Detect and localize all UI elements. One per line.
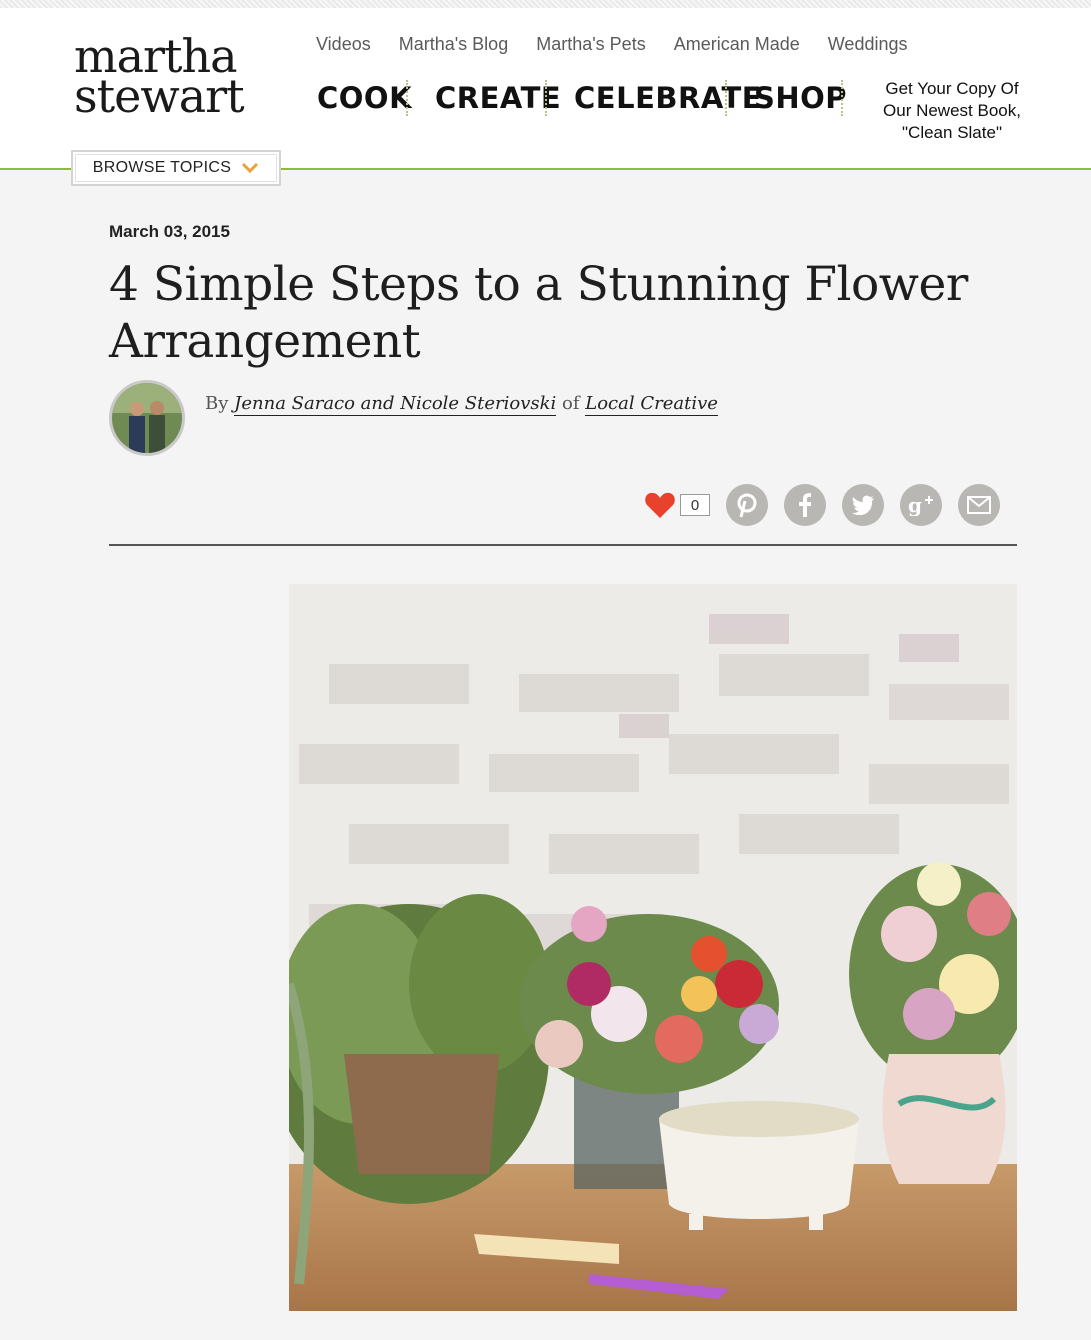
facebook-icon[interactable] <box>784 484 826 526</box>
article-title: 4 Simple Steps to a Stunning Flower Arra… <box>109 257 968 369</box>
nav-divider <box>545 80 547 116</box>
nav-link-marthas-pets[interactable]: Martha's Pets <box>536 34 645 55</box>
site-header: martha stewart Videos Martha's Blog Mart… <box>0 8 1091 170</box>
organization-link[interactable]: Local Creative <box>585 393 718 416</box>
nav-link-marthas-blog[interactable]: Martha's Blog <box>399 34 509 55</box>
nav-divider <box>841 80 843 116</box>
nav-divider <box>725 80 727 116</box>
pinterest-icon[interactable] <box>726 484 768 526</box>
nav-link-weddings[interactable]: Weddings <box>828 34 908 55</box>
flower-arrangement-photo <box>289 584 1017 1311</box>
byline-of: of <box>562 393 580 414</box>
byline: By Jenna Saraco and Nicole Steriovski of… <box>205 393 718 416</box>
author-photo <box>112 383 182 453</box>
chevron-down-icon <box>242 162 259 174</box>
byline-prefix: By <box>205 393 229 414</box>
twitter-icon[interactable] <box>842 484 884 526</box>
pinterest-glyph <box>737 493 757 518</box>
browse-topics-label: BROWSE TOPICS <box>92 159 232 176</box>
share-bar: 0 g <box>644 484 1000 526</box>
nav-shop[interactable]: SHOP <box>754 81 847 115</box>
nav-celebrate[interactable]: CELEBRATE <box>574 81 762 115</box>
site-logo[interactable]: martha stewart <box>74 33 245 123</box>
article-hero-image <box>289 584 1017 1311</box>
book-promo[interactable]: Get Your Copy Of Our Newest Book, "Clean… <box>862 78 1042 144</box>
google-plus-icon[interactable]: g <box>900 484 942 526</box>
primary-nav: COOK CREATE CELEBRATE SHOP <box>317 80 870 116</box>
author-avatar[interactable] <box>109 380 185 456</box>
article-date: March 03, 2015 <box>109 222 230 241</box>
svg-text:g: g <box>908 494 922 516</box>
twitter-glyph <box>852 495 874 515</box>
logo-line-2: stewart <box>74 69 245 123</box>
email-glyph <box>967 496 991 514</box>
section-divider <box>109 544 1017 546</box>
nav-cook[interactable]: COOK <box>317 81 412 115</box>
nav-link-american-made[interactable]: American Made <box>674 34 800 55</box>
promo-line-3: "Clean Slate" <box>902 123 1002 142</box>
facebook-glyph <box>799 493 811 517</box>
like-count: 0 <box>680 494 710 516</box>
top-strip <box>0 0 1091 8</box>
nav-create[interactable]: CREATE <box>435 81 561 115</box>
nav-divider <box>406 80 408 116</box>
google-plus-glyph: g <box>908 494 933 516</box>
heart-icon[interactable] <box>644 491 676 519</box>
author-link[interactable]: Jenna Saraco and Nicole Steriovski <box>234 393 557 416</box>
nav-link-videos[interactable]: Videos <box>316 34 371 55</box>
email-icon[interactable] <box>958 484 1000 526</box>
promo-line-1: Get Your Copy Of <box>885 79 1019 98</box>
secondary-nav: Videos Martha's Blog Martha's Pets Ameri… <box>316 34 935 55</box>
promo-line-2: Our Newest Book, <box>883 101 1021 120</box>
browse-topics-button[interactable]: BROWSE TOPICS <box>71 150 281 186</box>
